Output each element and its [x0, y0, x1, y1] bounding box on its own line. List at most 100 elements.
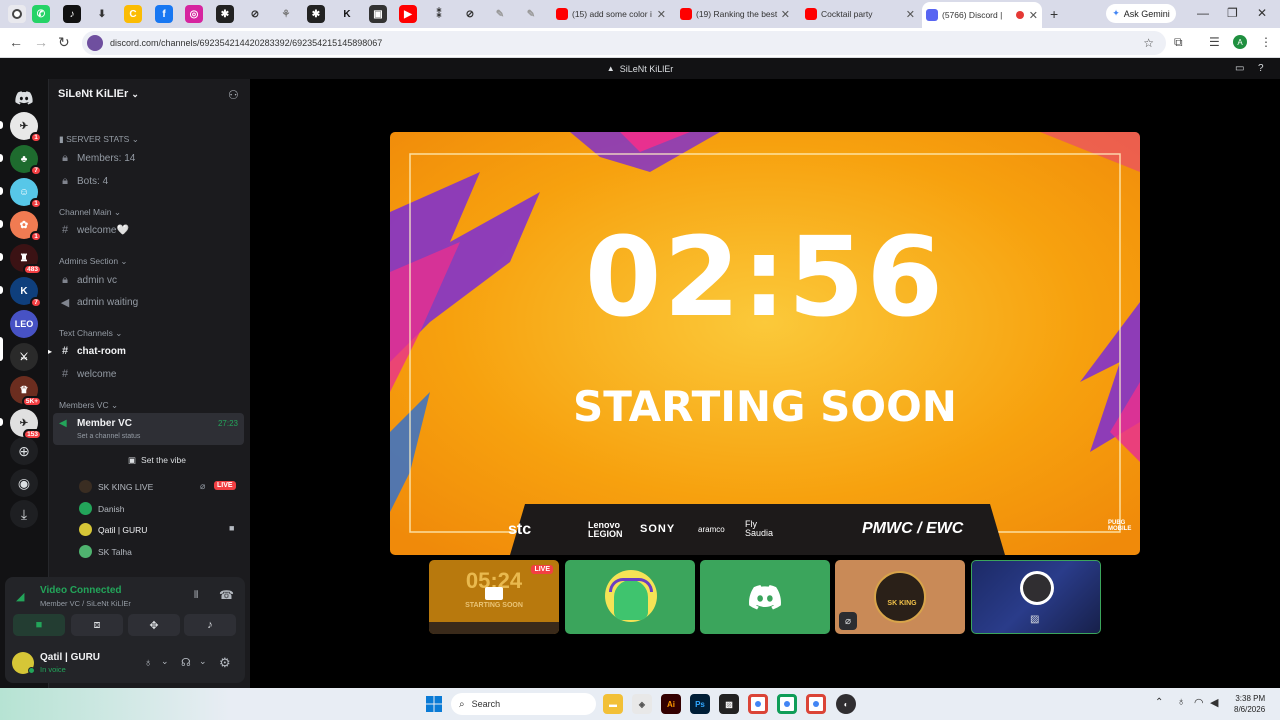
tab-pin-10[interactable]: ⚘: [277, 5, 295, 23]
server-icon-1[interactable]: ✈ 1: [10, 112, 42, 143]
reload-icon[interactable]: ↻: [58, 34, 70, 51]
globe-icon[interactable]: ⊘: [246, 5, 264, 23]
windows-start-icon[interactable]: [424, 694, 444, 714]
minimize-button[interactable]: —: [1197, 6, 1209, 20]
help-icon[interactable]: ?: [1258, 63, 1264, 74]
maximize-button[interactable]: ❐: [1227, 6, 1238, 20]
tab-search-icon[interactable]: ☰: [1209, 35, 1220, 49]
discover-button[interactable]: ◉: [10, 469, 38, 497]
channel-admin-waiting[interactable]: ◀ admin waiting: [59, 296, 138, 309]
whatsapp-icon[interactable]: ✆: [32, 5, 50, 23]
channel-member-vc[interactable]: ◀ Member VC 27:23 Set a channel status: [53, 413, 244, 445]
server-icon-leo[interactable]: LEO: [10, 310, 38, 338]
file-explorer-icon[interactable]: ▬: [603, 694, 623, 714]
tile-qatil-guru[interactable]: [565, 560, 695, 634]
category-text-channels[interactable]: Text Channels ⌄: [59, 328, 122, 339]
tab-pin-8[interactable]: ✱: [216, 5, 234, 23]
tab-pin-11[interactable]: ✱: [307, 5, 325, 23]
noise-suppression-icon[interactable]: ⫴: [194, 590, 198, 601]
headphones-icon[interactable]: ☊: [181, 656, 191, 669]
download-icon[interactable]: ⬇: [93, 5, 111, 23]
voice-user-sk-talha[interactable]: SK Talha: [79, 545, 132, 558]
close-icon[interactable]: ✕: [906, 8, 915, 21]
tab-pin-18[interactable]: ✎: [522, 5, 540, 23]
server-name-header[interactable]: SiLeNt KiLlEr ⌄: [58, 88, 139, 100]
obs-taskbar-icon[interactable]: ◐: [836, 694, 856, 714]
tile-danish[interactable]: [700, 560, 830, 634]
tab-discord[interactable]: (5766) Discord | ✕: [922, 2, 1042, 28]
taskbar-app-2[interactable]: ◈: [632, 694, 652, 714]
signal-icon[interactable]: ◢: [16, 590, 24, 603]
server-icon-10[interactable]: ✈ 153: [10, 409, 42, 440]
tiktok-icon[interactable]: ♪: [63, 5, 81, 23]
add-server-button[interactable]: ⊕: [10, 437, 38, 465]
tab-pin-1[interactable]: [8, 5, 26, 23]
taskbar-search[interactable]: ⌕ Search: [451, 693, 596, 715]
menu-icon[interactable]: ⋮: [1260, 35, 1272, 49]
channel-bots[interactable]: 🔒︎ Bots: 4: [59, 175, 108, 188]
volume-icon[interactable]: ◀: [1210, 696, 1218, 709]
category-server-stats[interactable]: ▮ SERVER STATS ⌄: [59, 134, 139, 145]
photoshop-icon[interactable]: Ps: [690, 694, 710, 714]
disconnect-icon[interactable]: ☎: [219, 588, 234, 602]
category-channel-main[interactable]: Channel Main ⌄: [59, 207, 121, 218]
microphone-icon[interactable]: ♁: [144, 657, 152, 669]
camera-button[interactable]: ■: [13, 614, 65, 636]
tab-pin-17[interactable]: ✎: [491, 5, 509, 23]
share-screen-button[interactable]: ⧈: [71, 614, 123, 636]
close-icon[interactable]: ✕: [1029, 9, 1038, 22]
omnibox[interactable]: discord.com/channels/692354214420283392/…: [82, 31, 1166, 55]
voice-user-qatil[interactable]: Qatil | GURU: [79, 523, 147, 536]
chrome-profile-icon[interactable]: [777, 694, 797, 714]
server-icon-6[interactable]: K7: [10, 277, 42, 308]
server-icon-9[interactable]: ♛ 5K+: [10, 376, 42, 407]
youtube-icon[interactable]: ▶: [399, 5, 417, 23]
back-icon[interactable]: ←: [9, 34, 23, 50]
inbox-icon[interactable]: ▭: [1235, 63, 1244, 74]
category-admins-section[interactable]: Admins Section ⌄: [59, 256, 128, 267]
taskbar-app-5[interactable]: ▨: [719, 694, 739, 714]
tab-cocktail[interactable]: Cocktail party ✕: [801, 4, 919, 24]
activities-button[interactable]: ✥: [128, 614, 180, 636]
direct-messages-discord-icon[interactable]: [10, 84, 38, 112]
server-icon-2[interactable]: ♣ 7: [10, 145, 42, 176]
tab-pin-16[interactable]: ⊘: [461, 5, 479, 23]
illustrator-icon[interactable]: Ai: [661, 694, 681, 714]
settings-gear-icon[interactable]: ⚙: [219, 655, 231, 671]
channel-admin-vc[interactable]: 🔒︎ admin vc: [59, 274, 117, 287]
channel-chat-room[interactable]: # chat-room: [59, 345, 126, 357]
chrome-icon[interactable]: [748, 694, 768, 714]
bookmark-star-icon[interactable]: ☆: [1143, 36, 1154, 50]
site-info-icon[interactable]: [87, 35, 103, 51]
close-icon[interactable]: ✕: [781, 8, 790, 21]
set-the-vibe-button[interactable]: ▣ Set the vibe: [128, 455, 186, 466]
new-tab-button[interactable]: +: [1046, 4, 1064, 24]
server-icon-4[interactable]: ✿ 1: [10, 211, 42, 242]
forward-icon[interactable]: →: [34, 34, 48, 50]
close-icon[interactable]: ✕: [657, 8, 666, 21]
tab-pin-15[interactable]: ⁑: [430, 5, 448, 23]
chevron-up-icon[interactable]: ⌃: [1155, 697, 1163, 708]
stream-screen[interactable]: 02:56 STARTING SOON stc Lenovo LEGION SO…: [390, 132, 1140, 555]
category-members-vc[interactable]: Members VC ⌄: [59, 400, 118, 411]
tab-color[interactable]: (15) add some color i ✕: [552, 4, 670, 24]
close-window-button[interactable]: ✕: [1257, 6, 1267, 20]
tile-sk-king[interactable]: SK KING ⌀: [835, 560, 965, 634]
tile-sk-talha[interactable]: ▨: [971, 560, 1101, 634]
wifi-icon[interactable]: ◠: [1194, 696, 1204, 709]
server-icon-3[interactable]: ☺ 1: [10, 178, 42, 209]
clock[interactable]: 3:38 PM 8/6/2026: [1234, 693, 1265, 715]
ask-gemini-button[interactable]: ✦ Ask Gemini: [1106, 4, 1176, 23]
extensions-icon[interactable]: ⧉: [1174, 35, 1183, 50]
channel-welcome[interactable]: # welcome: [59, 368, 117, 380]
download-apps-button[interactable]: ⤓: [10, 500, 38, 528]
tile-sk-king-stream[interactable]: 05:24 STARTING SOON LIVE: [429, 560, 559, 634]
voice-user-danish[interactable]: Danish: [79, 502, 124, 515]
tab-ranking[interactable]: (19) Ranking the best ✕: [676, 4, 794, 24]
tab-pin-13[interactable]: ▣: [369, 5, 387, 23]
chevron-down-icon[interactable]: ⌄: [161, 656, 169, 667]
instagram-icon[interactable]: ◎: [185, 5, 203, 23]
profile-avatar[interactable]: A: [1233, 35, 1247, 49]
server-icon-8[interactable]: ⚔: [10, 343, 38, 371]
channel-welcome-heart[interactable]: # welcome🤍: [59, 224, 129, 236]
